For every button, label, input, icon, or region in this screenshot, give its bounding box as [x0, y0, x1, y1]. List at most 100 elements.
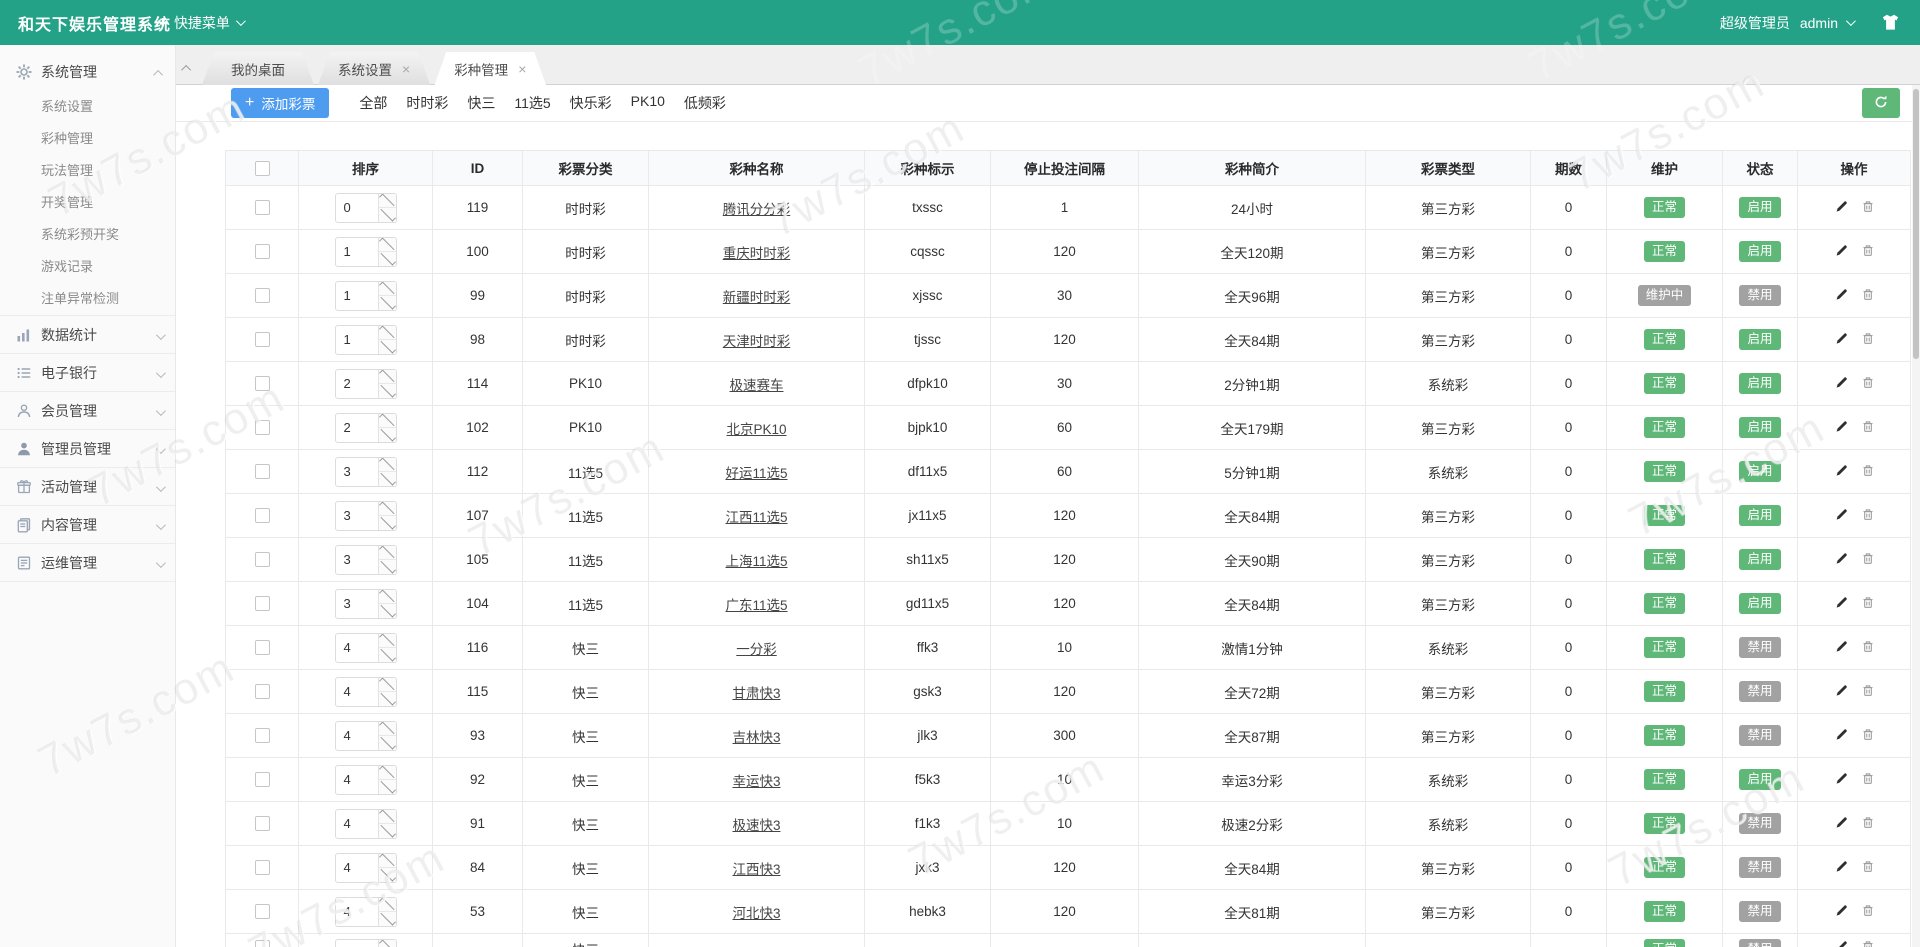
row-checkbox[interactable]: [255, 552, 270, 567]
sidebar-item-data-statistics[interactable]: 数据统计: [0, 315, 175, 353]
row-checkbox[interactable]: [255, 816, 270, 831]
delete-icon[interactable]: [1861, 683, 1875, 698]
status-badge[interactable]: 正常: [1644, 939, 1685, 947]
status-badge[interactable]: 正常: [1644, 857, 1685, 878]
row-checkbox[interactable]: [255, 508, 270, 523]
status-badge[interactable]: 正常: [1644, 505, 1685, 526]
spinner-down-button[interactable]: [379, 647, 396, 662]
sort-spinner[interactable]: 2: [335, 369, 397, 399]
filter-link-0[interactable]: 全部: [359, 93, 387, 113]
sort-spinner[interactable]: 4: [335, 897, 397, 927]
delete-icon[interactable]: [1861, 939, 1875, 947]
sort-spinner[interactable]: 4: [335, 939, 397, 947]
delete-icon[interactable]: [1861, 331, 1875, 346]
status-badge[interactable]: 禁用: [1739, 637, 1780, 658]
status-badge[interactable]: 启用: [1739, 549, 1780, 570]
tab-lottery-type[interactable]: 彩种管理×: [434, 52, 546, 86]
row-checkbox[interactable]: [255, 684, 270, 699]
filter-link-4[interactable]: 快乐彩: [570, 93, 612, 113]
lottery-name-link[interactable]: 江西11选5: [725, 510, 787, 525]
edit-icon[interactable]: [1834, 551, 1849, 566]
status-badge[interactable]: 禁用: [1739, 725, 1780, 746]
lottery-name-link[interactable]: 一分彩: [736, 642, 777, 657]
sidebar-item-system-management[interactable]: 系统管理: [0, 53, 175, 91]
refresh-button[interactable]: [1862, 88, 1900, 118]
lottery-name-link[interactable]: 甘肃快3: [732, 686, 780, 701]
sort-spinner[interactable]: 4: [335, 809, 397, 839]
row-checkbox[interactable]: [255, 420, 270, 435]
sort-spinner[interactable]: 1: [335, 281, 397, 311]
edit-icon[interactable]: [1834, 639, 1849, 654]
status-badge[interactable]: 正常: [1644, 725, 1685, 746]
spinner-up-button[interactable]: [379, 458, 396, 472]
sort-spinner[interactable]: 4: [335, 765, 397, 795]
status-badge[interactable]: 正常: [1644, 373, 1685, 394]
scrollbar-thumb[interactable]: [1913, 89, 1919, 359]
sidebar-item-ops-management[interactable]: 运维管理: [0, 543, 175, 581]
delete-icon[interactable]: [1861, 551, 1875, 566]
status-badge[interactable]: 正常: [1644, 197, 1685, 218]
status-badge[interactable]: 正常: [1644, 241, 1685, 262]
edit-icon[interactable]: [1834, 507, 1849, 522]
delete-icon[interactable]: [1861, 727, 1875, 742]
add-lottery-button[interactable]: + 添加彩票: [231, 88, 329, 118]
row-checkbox[interactable]: [255, 332, 270, 347]
sort-spinner[interactable]: 1: [335, 325, 397, 355]
sort-spinner[interactable]: 1: [335, 237, 397, 267]
collapse-sidebar-button[interactable]: [184, 59, 191, 77]
sort-spinner[interactable]: 4: [335, 677, 397, 707]
spinner-up-button[interactable]: [379, 940, 396, 947]
spinner-down-button[interactable]: [379, 603, 396, 618]
status-badge[interactable]: 启用: [1739, 461, 1780, 482]
spinner-up-button[interactable]: [379, 370, 396, 384]
sort-spinner[interactable]: 2: [335, 413, 397, 443]
row-checkbox[interactable]: [255, 640, 270, 655]
sort-spinner[interactable]: 4: [335, 853, 397, 883]
edit-icon[interactable]: [1834, 243, 1849, 258]
delete-icon[interactable]: [1861, 903, 1875, 918]
delete-icon[interactable]: [1861, 463, 1875, 478]
row-checkbox[interactable]: [255, 596, 270, 611]
quick-menu-button[interactable]: + 快捷菜单: [158, 13, 243, 33]
sort-spinner[interactable]: 0: [335, 193, 397, 223]
sidebar-subitem-order-anomaly-detection[interactable]: 注单异常检测: [0, 283, 175, 315]
sort-spinner[interactable]: 4: [335, 633, 397, 663]
status-badge[interactable]: 启用: [1739, 241, 1780, 262]
spinner-down-button[interactable]: [379, 471, 396, 486]
spinner-up-button[interactable]: [379, 634, 396, 648]
status-badge[interactable]: 禁用: [1739, 681, 1780, 702]
filter-link-1[interactable]: 时时彩: [406, 93, 448, 113]
status-badge[interactable]: 启用: [1739, 417, 1780, 438]
status-badge[interactable]: 启用: [1739, 373, 1780, 394]
spinner-up-button[interactable]: [379, 282, 396, 296]
delete-icon[interactable]: [1861, 243, 1875, 258]
lottery-name-link[interactable]: 好运11选5: [725, 466, 787, 481]
close-icon[interactable]: ×: [518, 62, 526, 76]
delete-icon[interactable]: [1861, 771, 1875, 786]
filter-link-2[interactable]: 快三: [467, 93, 495, 113]
status-badge[interactable]: 启用: [1739, 769, 1780, 790]
spinner-up-button[interactable]: [379, 194, 396, 208]
row-checkbox[interactable]: [255, 244, 270, 259]
status-badge[interactable]: 禁用: [1739, 901, 1780, 922]
sidebar-item-activity-management[interactable]: 活动管理: [0, 467, 175, 505]
spinner-down-button[interactable]: [379, 735, 396, 750]
theme-shirt-icon[interactable]: [1881, 14, 1900, 31]
edit-icon[interactable]: [1834, 859, 1849, 874]
spinner-up-button[interactable]: [379, 766, 396, 780]
tab-my-desktop[interactable]: 我的桌面: [202, 52, 314, 85]
status-badge[interactable]: 启用: [1739, 329, 1780, 350]
filter-link-6[interactable]: 低频彩: [684, 93, 726, 113]
edit-icon[interactable]: [1834, 331, 1849, 346]
spinner-up-button[interactable]: [379, 414, 396, 428]
status-badge[interactable]: 正常: [1644, 813, 1685, 834]
spinner-up-button[interactable]: [379, 326, 396, 340]
edit-icon[interactable]: [1834, 771, 1849, 786]
status-badge[interactable]: 禁用: [1739, 813, 1780, 834]
spinner-down-button[interactable]: [379, 339, 396, 354]
edit-icon[interactable]: [1834, 463, 1849, 478]
lottery-name-link[interactable]: 新疆时时彩: [723, 290, 791, 305]
status-badge[interactable]: 启用: [1739, 505, 1780, 526]
select-all-checkbox[interactable]: [255, 161, 270, 176]
row-checkbox[interactable]: [255, 376, 270, 391]
